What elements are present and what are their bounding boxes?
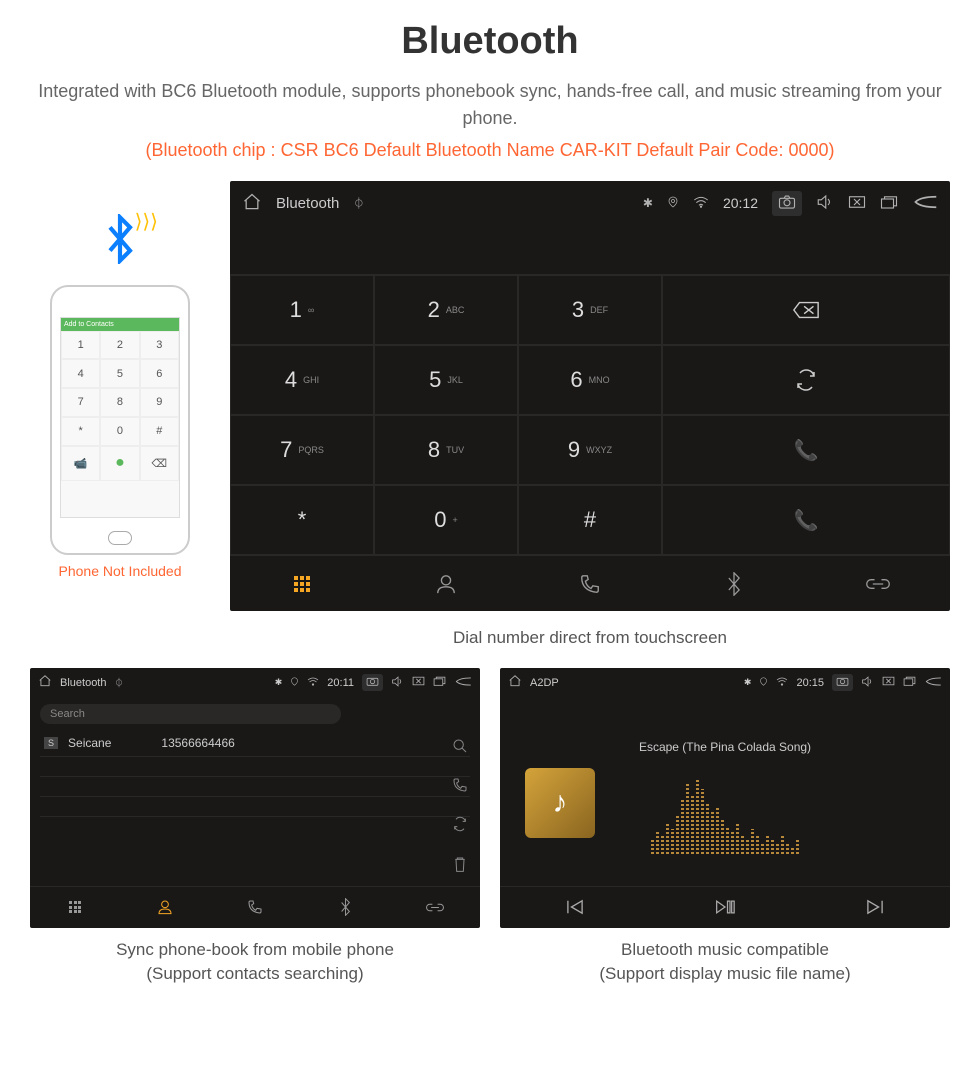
screenshot-icon[interactable] [772,191,802,216]
music-caption-1: Bluetooth music compatible [621,940,829,959]
close-icon[interactable] [882,676,895,689]
phone-header: Add to Contacts [61,318,179,331]
contact-name: Seicane [68,736,111,750]
home-icon[interactable] [242,192,262,215]
contacts-caption-1: Sync phone-book from mobile phone [116,940,394,959]
clock: 20:11 [327,677,354,689]
sync-icon[interactable] [452,816,468,837]
clock: 20:15 [796,677,824,689]
tab-contacts[interactable] [374,556,518,611]
usb-icon: ⏀ [114,676,123,689]
dial-key-4[interactable]: 4GHI [230,345,374,415]
dialer-caption: Dial number direct from touchscreen [230,626,950,650]
delete-icon[interactable] [452,855,468,878]
back-icon[interactable] [454,676,472,690]
usb-icon: ⏀ [353,195,364,211]
equalizer [651,774,799,854]
delete-button[interactable] [662,275,950,345]
home-icon[interactable] [38,674,52,691]
wifi-icon [307,677,319,689]
dialer-headunit: Bluetooth ⏀ ✱ 20:12 1∞2ABC3DEF 4GHI5JKL6M… [230,181,950,611]
dial-key-7[interactable]: 7PQRS [230,415,374,485]
recent-icon[interactable] [903,676,916,689]
bt-status-icon: ✱ [643,196,653,210]
play-pause-button[interactable] [650,887,800,928]
dial-key-6[interactable]: 6MNO [518,345,662,415]
location-icon [290,676,299,690]
recent-icon[interactable] [880,195,898,212]
back-icon[interactable] [912,194,938,213]
dial-key-3[interactable]: 3DEF [518,275,662,345]
dial-key-0[interactable]: 0+ [374,485,518,555]
dial-key-8[interactable]: 8TUV [374,415,518,485]
phone-note: Phone Not Included [30,563,210,579]
album-art-icon: ♪ [525,768,595,838]
contacts-headunit: Bluetooth ⏀ ✱ 20:11 Search [30,668,480,928]
dial-key-#[interactable]: # [518,485,662,555]
close-icon[interactable] [848,195,866,212]
app-title: A2DP [530,677,559,689]
tab-bluetooth[interactable] [300,887,390,928]
app-title: Bluetooth [60,677,106,689]
track-title: Escape (The Pina Colada Song) [639,740,811,754]
page-subtitle: Integrated with BC6 Bluetooth module, su… [30,78,950,132]
wifi-icon [776,677,788,689]
dial-key-*[interactable]: * [230,485,374,555]
search-input[interactable]: Search [40,704,341,724]
dial-key-2[interactable]: 2ABC [374,275,518,345]
volume-icon[interactable] [861,676,874,690]
prev-button[interactable] [500,887,650,928]
hangup-button[interactable]: 📞 [662,485,950,555]
volume-icon[interactable] [391,676,404,690]
sync-button[interactable] [662,345,950,415]
location-icon [667,195,679,212]
dial-display [230,225,950,275]
page-title: Bluetooth [30,20,950,63]
music-headunit: A2DP ✱ 20:15 Escape (The Pina Colada Son… [500,668,950,928]
close-icon[interactable] [412,676,425,689]
contacts-caption-2: (Support contacts searching) [146,964,363,983]
bluetooth-icon: ⟩⟩⟩ [100,214,140,275]
tab-pair[interactable] [390,887,480,928]
next-button[interactable] [800,887,950,928]
recent-icon[interactable] [433,676,446,689]
volume-icon[interactable] [816,194,834,213]
dial-key-1[interactable]: 1∞ [230,275,374,345]
tab-calls[interactable] [210,887,300,928]
tab-pair[interactable] [806,556,950,611]
tab-bluetooth[interactable] [662,556,806,611]
dial-key-5[interactable]: 5JKL [374,345,518,415]
clock: 20:12 [723,195,758,211]
screenshot-icon[interactable] [832,674,853,691]
call-button[interactable]: 📞 [662,415,950,485]
wifi-icon [693,195,709,211]
home-icon[interactable] [508,674,522,691]
screenshot-icon[interactable] [362,674,383,691]
tab-calls[interactable] [518,556,662,611]
music-caption-2: (Support display music file name) [599,964,850,983]
phone-mockup: Add to Contacts 123 456 789 *0# 📹●⌫ [50,285,190,555]
bluetooth-specs: (Bluetooth chip : CSR BC6 Default Blueto… [30,140,950,161]
location-icon [759,676,768,690]
app-title: Bluetooth [276,195,339,212]
call-icon[interactable] [452,777,468,798]
back-icon[interactable] [924,676,942,690]
contact-number: 13566664466 [161,736,234,750]
tab-dialpad[interactable] [230,556,374,611]
tab-dialpad[interactable] [30,887,120,928]
dial-key-9[interactable]: 9WXYZ [518,415,662,485]
contact-badge: S [44,737,58,749]
search-icon[interactable] [452,738,468,759]
contact-row[interactable]: S Seicane 13566664466 [40,730,470,757]
tab-contacts[interactable] [120,887,210,928]
